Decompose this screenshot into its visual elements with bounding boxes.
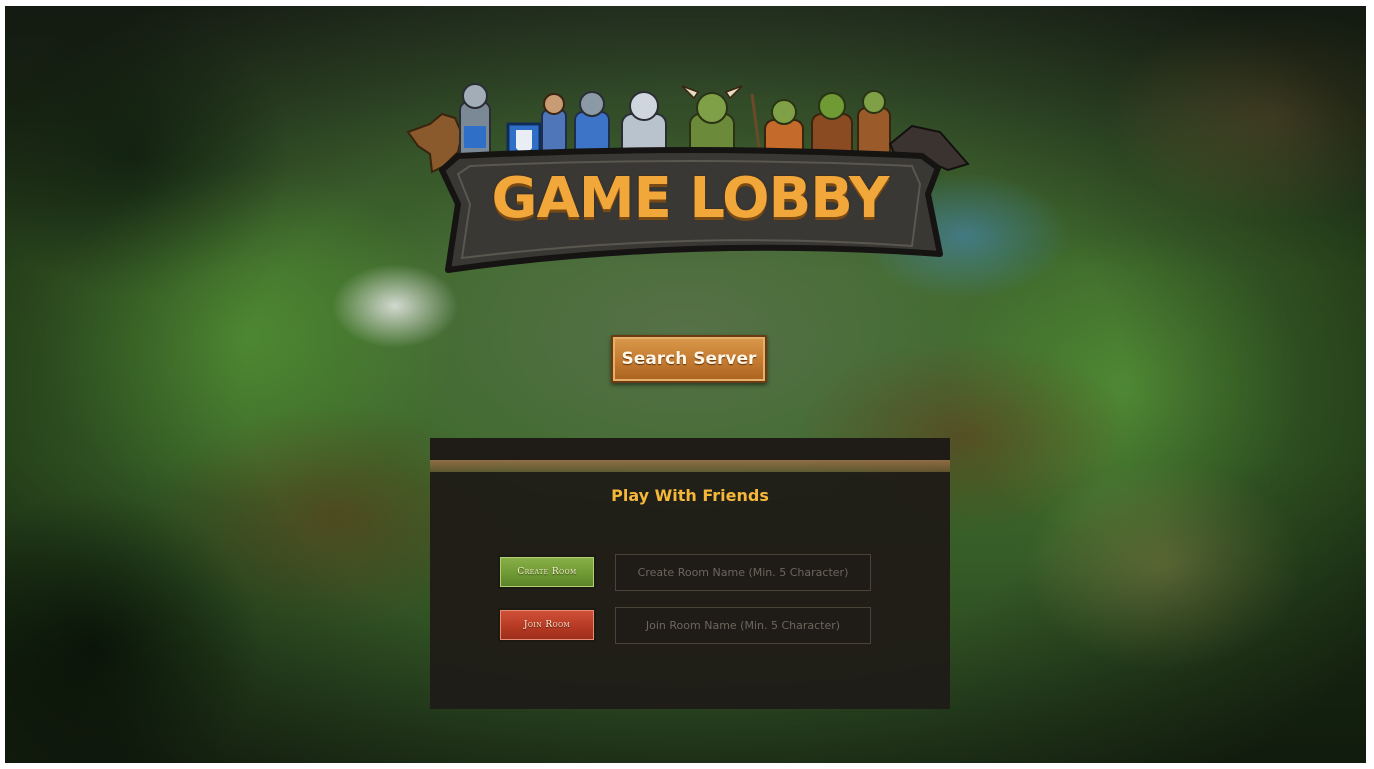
create-room-button[interactable]: Create Room [498, 555, 596, 589]
play-with-friends-panel: Play With Friends Create Room Join Room [430, 472, 950, 709]
panel-divider-strip [430, 460, 950, 472]
create-room-name-input[interactable] [615, 554, 871, 591]
game-lobby-logo: GAME LOBBY [400, 74, 980, 274]
panel-title: Play With Friends [611, 486, 769, 505]
panel-header-bar [430, 438, 950, 460]
join-room-name-input[interactable] [615, 607, 871, 644]
game-scene-background: GAME LOBBY Search Server Play With Frien… [5, 6, 1366, 763]
join-room-button[interactable]: Join Room [498, 608, 596, 642]
logo-title: GAME LOBBY [491, 166, 890, 231]
search-server-button[interactable]: Search Server [611, 335, 767, 383]
